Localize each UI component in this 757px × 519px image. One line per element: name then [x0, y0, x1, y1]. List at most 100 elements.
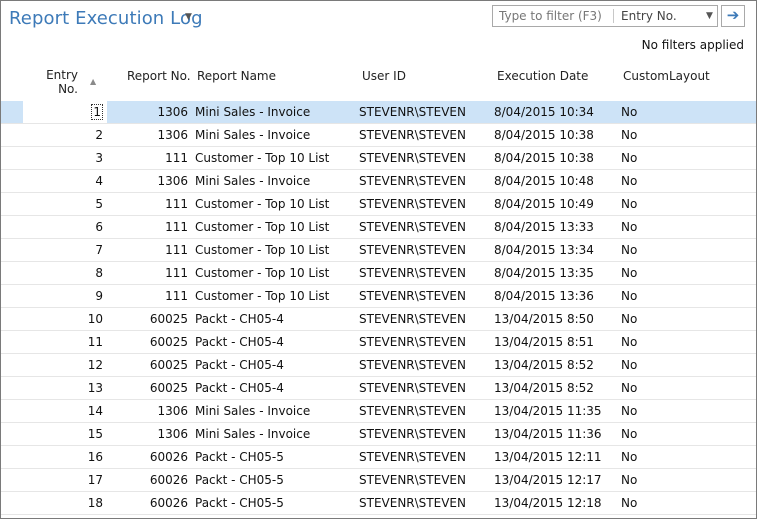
cell-custom-layout[interactable]: No: [621, 450, 637, 464]
table-row[interactable]: 7 111 Customer - Top 10 List STEVENR\STEVEN…: [1, 239, 756, 262]
table-row[interactable]: 2 1306 Mini Sales - Invoice STEVENR\STEVEN 8…: [1, 124, 756, 147]
cell-execution-date[interactable]: 13/04/2015 8:52: [494, 358, 594, 372]
arrow-right-icon[interactable]: ➔: [721, 5, 745, 27]
cell-user-id[interactable]: STEVENR\STEVEN: [359, 128, 466, 142]
cell-execution-date[interactable]: 13/04/2015 12:17: [494, 473, 602, 487]
cell-execution-date[interactable]: 13/04/2015 8:50: [494, 312, 594, 326]
cell-report-name[interactable]: Packt - CH05-4: [195, 381, 284, 395]
cell-custom-layout[interactable]: No: [621, 496, 637, 510]
cell-report-name[interactable]: Customer - Top 10 List: [195, 289, 329, 303]
cell-entry-no[interactable]: 1: [23, 101, 107, 123]
cell-report-no[interactable]: 1306: [111, 105, 188, 119]
cell-report-no[interactable]: 60026: [111, 450, 188, 464]
cell-report-no[interactable]: 111: [111, 220, 188, 234]
cell-user-id[interactable]: STEVENR\STEVEN: [359, 450, 466, 464]
cell-custom-layout[interactable]: No: [621, 335, 637, 349]
cell-report-no[interactable]: 111: [111, 266, 188, 280]
row-selector[interactable]: [1, 377, 23, 399]
table-row[interactable]: 14 1306 Mini Sales - Invoice STEVENR\STEVEN…: [1, 400, 756, 423]
cell-execution-date[interactable]: 8/04/2015 10:34: [494, 105, 594, 119]
cell-user-id[interactable]: STEVENR\STEVEN: [359, 220, 466, 234]
cell-execution-date[interactable]: 8/04/2015 13:33: [494, 220, 594, 234]
cell-report-name[interactable]: Packt - CH05-4: [195, 335, 284, 349]
cell-custom-layout[interactable]: No: [621, 381, 637, 395]
cell-user-id[interactable]: STEVENR\STEVEN: [359, 496, 466, 510]
cell-custom-layout[interactable]: No: [621, 105, 637, 119]
cell-entry-no[interactable]: 8: [23, 266, 103, 280]
cell-report-name[interactable]: Packt - CH05-4: [195, 312, 284, 326]
chevron-down-icon[interactable]: ▼: [185, 12, 192, 22]
table-row[interactable]: 18 60026 Packt - CH05-5 STEVENR\STEVEN 13/04…: [1, 492, 756, 515]
table-row[interactable]: 17 60026 Packt - CH05-5 STEVENR\STEVEN 13/04…: [1, 469, 756, 492]
column-header-report-name[interactable]: Report Name: [197, 69, 276, 83]
cell-report-no[interactable]: 111: [111, 151, 188, 165]
cell-user-id[interactable]: STEVENR\STEVEN: [359, 473, 466, 487]
cell-user-id[interactable]: STEVENR\STEVEN: [359, 151, 466, 165]
cell-report-name[interactable]: Mini Sales - Invoice: [195, 128, 310, 142]
cell-custom-layout[interactable]: No: [621, 312, 637, 326]
cell-entry-no[interactable]: 2: [23, 128, 103, 142]
table-row[interactable]: 9 111 Customer - Top 10 List STEVENR\STEVEN…: [1, 285, 756, 308]
row-selector[interactable]: [1, 354, 23, 376]
cell-report-no[interactable]: 60025: [111, 312, 188, 326]
row-selector[interactable]: [1, 262, 23, 284]
row-selector[interactable]: [1, 193, 23, 215]
cell-report-no[interactable]: 60026: [111, 496, 188, 510]
cell-report-no[interactable]: 60026: [111, 473, 188, 487]
cell-custom-layout[interactable]: No: [621, 473, 637, 487]
row-selector[interactable]: [1, 492, 23, 514]
table-row[interactable]: 16 60026 Packt - CH05-5 STEVENR\STEVEN 13/04…: [1, 446, 756, 469]
cell-user-id[interactable]: STEVENR\STEVEN: [359, 105, 466, 119]
table-row[interactable]: 8 111 Customer - Top 10 List STEVENR\STEVEN…: [1, 262, 756, 285]
cell-user-id[interactable]: STEVENR\STEVEN: [359, 197, 466, 211]
table-row[interactable]: 12 60025 Packt - CH05-4 STEVENR\STEVEN 13/04…: [1, 354, 756, 377]
cell-entry-no[interactable]: 15: [23, 427, 103, 441]
cell-execution-date[interactable]: 13/04/2015 8:52: [494, 381, 594, 395]
cell-report-name[interactable]: Mini Sales - Invoice: [195, 404, 310, 418]
cell-entry-no[interactable]: 6: [23, 220, 103, 234]
cell-entry-no[interactable]: 4: [23, 174, 103, 188]
cell-execution-date[interactable]: 13/04/2015 11:36: [494, 427, 602, 441]
row-selector[interactable]: [1, 170, 23, 192]
cell-report-no[interactable]: 1306: [111, 427, 188, 441]
cell-execution-date[interactable]: 8/04/2015 13:36: [494, 289, 594, 303]
cell-entry-no[interactable]: 9: [23, 289, 103, 303]
cell-entry-no[interactable]: 16: [23, 450, 103, 464]
column-header-execution-date[interactable]: Execution Date: [497, 69, 588, 83]
cell-report-no[interactable]: 60025: [111, 358, 188, 372]
cell-custom-layout[interactable]: No: [621, 404, 637, 418]
cell-execution-date[interactable]: 13/04/2015 12:11: [494, 450, 602, 464]
cell-report-no[interactable]: 1306: [111, 404, 188, 418]
cell-custom-layout[interactable]: No: [621, 289, 637, 303]
table-row[interactable]: 13 60025 Packt - CH05-4 STEVENR\STEVEN 13/04…: [1, 377, 756, 400]
cell-report-name[interactable]: Mini Sales - Invoice: [195, 105, 310, 119]
cell-user-id[interactable]: STEVENR\STEVEN: [359, 243, 466, 257]
table-row[interactable]: 11 60025 Packt - CH05-4 STEVENR\STEVEN 13/04…: [1, 331, 756, 354]
cell-execution-date[interactable]: 8/04/2015 10:38: [494, 128, 594, 142]
column-header-report-no[interactable]: Report No.: [127, 69, 191, 83]
cell-execution-date[interactable]: 8/04/2015 13:35: [494, 266, 594, 280]
row-selector[interactable]: [1, 285, 23, 307]
cell-execution-date[interactable]: 8/04/2015 10:48: [494, 174, 594, 188]
cell-user-id[interactable]: STEVENR\STEVEN: [359, 358, 466, 372]
filter-input[interactable]: [493, 6, 610, 26]
cell-entry-no[interactable]: 3: [23, 151, 103, 165]
cell-entry-no[interactable]: 5: [23, 197, 103, 211]
cell-custom-layout[interactable]: No: [621, 174, 637, 188]
cell-entry-no[interactable]: 10: [23, 312, 103, 326]
table-row[interactable]: 15 1306 Mini Sales - Invoice STEVENR\STEVEN…: [1, 423, 756, 446]
table-row[interactable]: 1 1306 Mini Sales - Invoice STEVENR\STEVEN 8…: [1, 101, 756, 124]
cell-custom-layout[interactable]: No: [621, 358, 637, 372]
cell-custom-layout[interactable]: No: [621, 266, 637, 280]
cell-user-id[interactable]: STEVENR\STEVEN: [359, 312, 466, 326]
cell-report-no[interactable]: 111: [111, 243, 188, 257]
cell-custom-layout[interactable]: No: [621, 151, 637, 165]
cell-entry-no[interactable]: 12: [23, 358, 103, 372]
cell-report-name[interactable]: Customer - Top 10 List: [195, 151, 329, 165]
chevron-down-icon[interactable]: ▼: [706, 11, 713, 21]
cell-custom-layout[interactable]: No: [621, 128, 637, 142]
row-selector[interactable]: [1, 331, 23, 353]
cell-entry-no[interactable]: 7: [23, 243, 103, 257]
cell-execution-date[interactable]: 8/04/2015 13:34: [494, 243, 594, 257]
cell-entry-no[interactable]: 14: [23, 404, 103, 418]
